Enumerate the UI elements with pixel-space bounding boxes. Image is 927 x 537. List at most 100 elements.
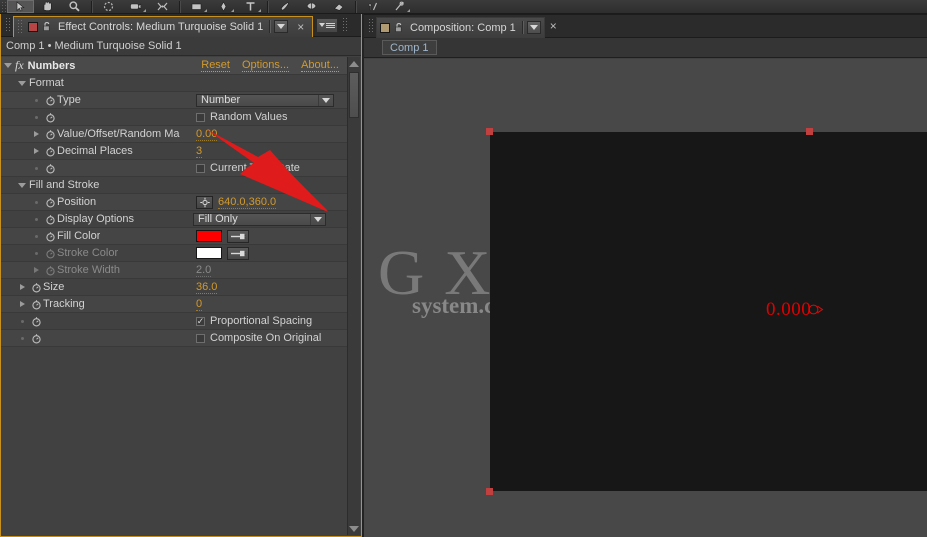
random-values-checkbox[interactable] <box>196 112 205 122</box>
property-twirl-icon[interactable] <box>15 284 29 290</box>
property-value[interactable]: ✓ Proportional Spacing <box>196 315 312 327</box>
comp-name-pill[interactable]: Comp 1 <box>382 40 437 55</box>
clone-stamp-tool-button[interactable] <box>298 0 325 13</box>
stopwatch-icon[interactable] <box>43 95 57 106</box>
lock-icon[interactable] <box>42 21 52 32</box>
property-row-value-offset-random-max[interactable]: Value/Offset/Random Ma 0.00 <box>1 126 347 143</box>
shape-tool-button[interactable] <box>183 0 210 13</box>
group-twirl-icon[interactable] <box>15 182 29 188</box>
proportional-spacing-checkbox[interactable]: ✓ <box>196 316 205 326</box>
tab-effect-controls[interactable]: Effect Controls: Medium Turquoise Solid … <box>13 15 314 37</box>
stopwatch-icon[interactable] <box>43 214 57 225</box>
property-row-size[interactable]: Size 36.0 <box>1 279 347 296</box>
property-row-composite-on-original[interactable]: Composite On Original <box>1 330 347 347</box>
layer-handle-bottom-left[interactable] <box>486 488 493 495</box>
property-row-display-options[interactable]: Display Options Fill Only <box>1 211 347 228</box>
stopwatch-icon[interactable] <box>29 316 43 327</box>
tab-dropdown-button[interactable] <box>274 20 289 33</box>
property-value[interactable]: 3 <box>196 145 203 158</box>
eyedropper-icon[interactable] <box>227 246 249 260</box>
about-link[interactable]: About... <box>301 59 339 72</box>
options-link[interactable]: Options... <box>242 59 290 72</box>
position-picker-button[interactable] <box>196 195 213 209</box>
eraser-tool-button[interactable] <box>325 0 352 13</box>
selection-tool-button[interactable] <box>7 0 34 13</box>
lock-icon[interactable] <box>394 22 404 33</box>
property-row-position[interactable]: Position 640.0,360.0 <box>1 194 347 211</box>
scroll-up-button[interactable] <box>348 57 360 70</box>
pen-tool-button[interactable] <box>210 0 237 13</box>
property-row-random-values[interactable]: Random Values <box>1 109 347 126</box>
property-value[interactable]: Current Time/Date <box>196 162 300 174</box>
solid-layer-canvas[interactable] <box>490 132 927 491</box>
property-value[interactable]: Random Values <box>196 111 287 123</box>
property-value[interactable] <box>196 229 249 243</box>
property-value[interactable]: Composite On Original <box>196 332 321 344</box>
tab-close-button[interactable]: × <box>545 19 562 33</box>
stopwatch-icon[interactable] <box>43 163 57 174</box>
property-value[interactable]: 36.0 <box>196 281 218 294</box>
effect-controls-scrollbar[interactable] <box>347 57 360 535</box>
brush-tool-button[interactable] <box>271 0 298 13</box>
composite-on-original-checkbox[interactable] <box>196 333 205 343</box>
stopwatch-icon[interactable] <box>29 282 43 293</box>
layer-handle-top-left[interactable] <box>486 128 493 135</box>
rotation-tool-button[interactable] <box>95 0 122 13</box>
tab-composition[interactable]: Composition: Comp 1 <box>376 16 545 38</box>
property-value[interactable]: 0.00 <box>196 128 218 141</box>
type-tool-button[interactable] <box>237 0 264 13</box>
group-header-fill-and-stroke[interactable]: Fill and Stroke <box>1 177 347 194</box>
fill-color-swatch[interactable] <box>196 230 222 242</box>
position-field[interactable]: 640.0,360.0 <box>218 196 277 209</box>
property-row-decimal-places[interactable]: Decimal Places 3 <box>1 143 347 160</box>
group-header-format[interactable]: Format <box>1 75 347 92</box>
property-row-type[interactable]: Type Number <box>1 92 347 109</box>
eyedropper-icon[interactable] <box>227 229 249 243</box>
tab-dropdown-button[interactable] <box>526 21 541 34</box>
size-field[interactable]: 36.0 <box>196 281 218 294</box>
stroke-color-swatch[interactable] <box>196 247 222 259</box>
reset-link[interactable]: Reset <box>201 59 230 72</box>
stopwatch-icon[interactable] <box>43 248 57 259</box>
property-row-tracking[interactable]: Tracking 0 <box>1 296 347 313</box>
effect-twirl-icon[interactable] <box>1 63 15 68</box>
panel-grip[interactable] <box>5 17 10 33</box>
panel-menu-button[interactable] <box>316 17 339 33</box>
property-row-current-time-date[interactable]: Current Time/Date <box>1 160 347 177</box>
tracking-field[interactable]: 0 <box>196 298 203 311</box>
property-row-fill-color[interactable]: Fill Color <box>1 228 347 245</box>
display-options-select[interactable]: Fill Only <box>193 212 326 226</box>
property-value[interactable]: Fill Only <box>193 212 326 226</box>
composition-viewer[interactable]: G X I 网 system.com 0.000 <box>364 59 927 537</box>
stopwatch-icon[interactable] <box>43 197 57 208</box>
value-offset-field[interactable]: 0.00 <box>196 128 218 141</box>
stopwatch-icon[interactable] <box>29 299 43 310</box>
property-value[interactable]: 640.0,360.0 <box>196 195 277 209</box>
property-twirl-icon[interactable] <box>15 301 29 307</box>
stopwatch-icon[interactable] <box>43 146 57 157</box>
anchor-point-icon[interactable] <box>808 303 824 319</box>
scrollbar-thumb[interactable] <box>349 72 359 118</box>
group-twirl-icon[interactable] <box>15 80 29 86</box>
stopwatch-icon[interactable] <box>29 333 43 344</box>
stopwatch-icon[interactable] <box>43 231 57 242</box>
effect-header-numbers[interactable]: fx Numbers Reset Options... About... <box>1 57 347 75</box>
scroll-down-button[interactable] <box>348 522 360 535</box>
property-twirl-icon[interactable] <box>29 267 43 273</box>
zoom-tool-button[interactable] <box>61 0 88 13</box>
panel-grip-right[interactable] <box>342 17 348 33</box>
hand-tool-button[interactable] <box>34 0 61 13</box>
stopwatch-icon[interactable] <box>43 112 57 123</box>
stroke-width-field[interactable]: 2.0 <box>196 264 212 277</box>
pan-behind-tool-button[interactable] <box>149 0 176 13</box>
property-row-proportional-spacing[interactable]: ✓ Proportional Spacing <box>1 313 347 330</box>
stopwatch-icon[interactable] <box>43 129 57 140</box>
stopwatch-icon[interactable] <box>43 265 57 276</box>
property-twirl-icon[interactable] <box>29 131 43 137</box>
property-value[interactable]: 2.0 <box>196 264 212 277</box>
property-value[interactable] <box>196 246 249 260</box>
camera-tool-button[interactable] <box>122 0 149 13</box>
property-row-stroke-color[interactable]: Stroke Color <box>1 245 347 262</box>
property-value[interactable]: Number <box>196 93 334 107</box>
property-row-stroke-width[interactable]: Stroke Width 2.0 <box>1 262 347 279</box>
